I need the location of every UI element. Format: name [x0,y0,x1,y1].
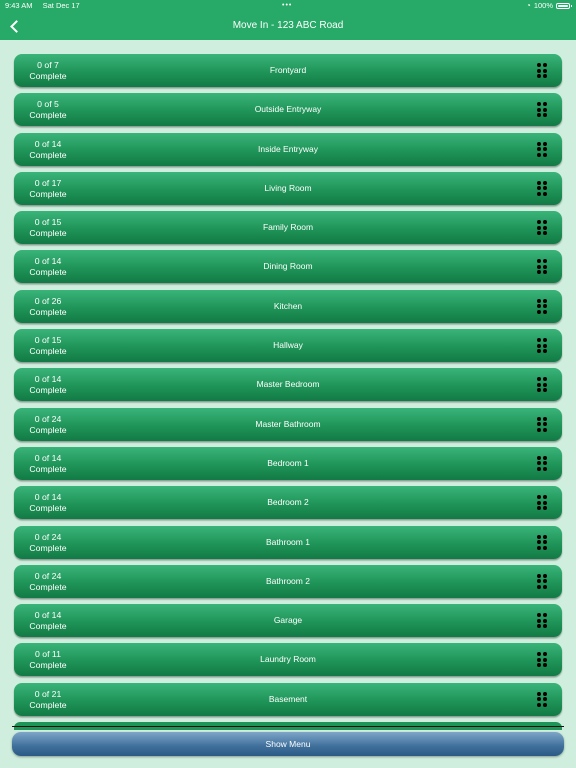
grip-icon[interactable] [537,691,547,707]
grip-icon[interactable] [537,416,547,432]
room-row[interactable]: 0 of 17 Complete Living Room [14,171,562,205]
grip-icon[interactable] [537,534,547,550]
room-name: Living Room [264,182,312,193]
room-name: Family Room [262,222,314,233]
room-name: Bedroom 2 [267,497,309,508]
grip-icon[interactable] [537,259,547,275]
multitasking-dots-icon[interactable]: ••• [282,2,292,9]
status-bar: 9:43 AM Sat Dec 17 ••• ◔ 100% [0,0,576,12]
room-name: Laundry Room [260,654,316,665]
wifi-icon: ◔ [525,0,531,10]
show-menu-button[interactable]: Show Menu [12,732,564,756]
grip-icon[interactable] [537,377,547,393]
nav-bar: Move In - 123 ABC Road [0,12,576,40]
room-row[interactable]: 0 of 14 Complete Garage [14,604,562,638]
grip-icon[interactable] [537,613,547,629]
status-right: ◔ 100% [525,0,572,10]
room-row[interactable]: 0 of 14 Complete Bedroom 1 [14,446,562,480]
room-name: Garage [273,615,303,626]
status-date: Sat Dec 17 [42,1,80,10]
room-row[interactable]: 0 of 14 Complete Master Bedroom [14,368,562,402]
grip-icon[interactable] [537,573,547,589]
rooms-list: 0 of 7 Complete Frontyard 0 of 5 Complete Out… [14,54,562,722]
room-name: Dining Room [263,261,313,272]
room-name: Master Bathroom [255,418,321,429]
room-name: Hallway [273,340,303,351]
room-name: Master Bedroom [256,379,320,390]
room-row[interactable]: 0 of 14 Complete Bedroom 2 [14,486,562,520]
grip-icon[interactable] [537,102,547,118]
grip-icon[interactable] [537,220,547,236]
status-left: 9:43 AM Sat Dec 17 [5,1,80,10]
grip-icon[interactable] [537,141,547,157]
room-name: Bathroom 2 [266,575,310,586]
room-row[interactable]: 0 of 15 Complete Hallway [14,329,562,363]
room-name: Bathroom 1 [266,536,310,547]
room-row[interactable]: 0 of 15 Complete Family Room [14,211,562,245]
room-row[interactable]: 0 of 14 Complete Dining Room [14,250,562,284]
grip-icon[interactable] [537,455,547,471]
room-row[interactable]: 0 of 24 Complete Master Bathroom [14,407,562,441]
room-name: Frontyard [269,65,307,75]
grip-icon[interactable] [537,495,547,511]
room-row[interactable]: 0 of 21 Complete Basement [14,682,562,716]
grip-icon[interactable] [537,652,547,668]
grip-icon[interactable] [537,63,547,78]
room-row[interactable]: 0 of 26 Complete Kitchen [14,289,562,323]
status-time: 9:43 AM [5,1,33,10]
room-name: Basement [268,693,308,704]
room-row[interactable]: 0 of 24 Complete Bathroom 1 [14,525,562,559]
battery-icon [556,2,572,9]
show-menu-label: Show Menu [265,739,311,749]
page-title: Move In - 123 ABC Road [232,20,344,31]
grip-icon[interactable] [537,298,547,314]
room-row[interactable]: 0 of 11 Complete Laundry Room [14,643,562,677]
room-row[interactable]: 0 of 24 Complete Bathroom 2 [14,564,562,598]
room-name: Bedroom 1 [267,457,309,468]
battery-percent: 100% [533,1,553,10]
grip-icon[interactable] [537,180,547,196]
room-name: Inside Entryway [258,143,318,154]
room-row[interactable]: 0 of 7 Complete Frontyard [14,54,562,87]
room-row[interactable]: 0 of 14 Complete Inside Entryway [14,132,562,166]
room-name: Kitchen [273,300,303,311]
list-divider [12,726,564,727]
room-name: Outside Entryway [254,104,322,115]
room-row[interactable]: 0 of 5 Complete Outside Entryway [14,93,562,127]
grip-icon[interactable] [537,338,547,354]
